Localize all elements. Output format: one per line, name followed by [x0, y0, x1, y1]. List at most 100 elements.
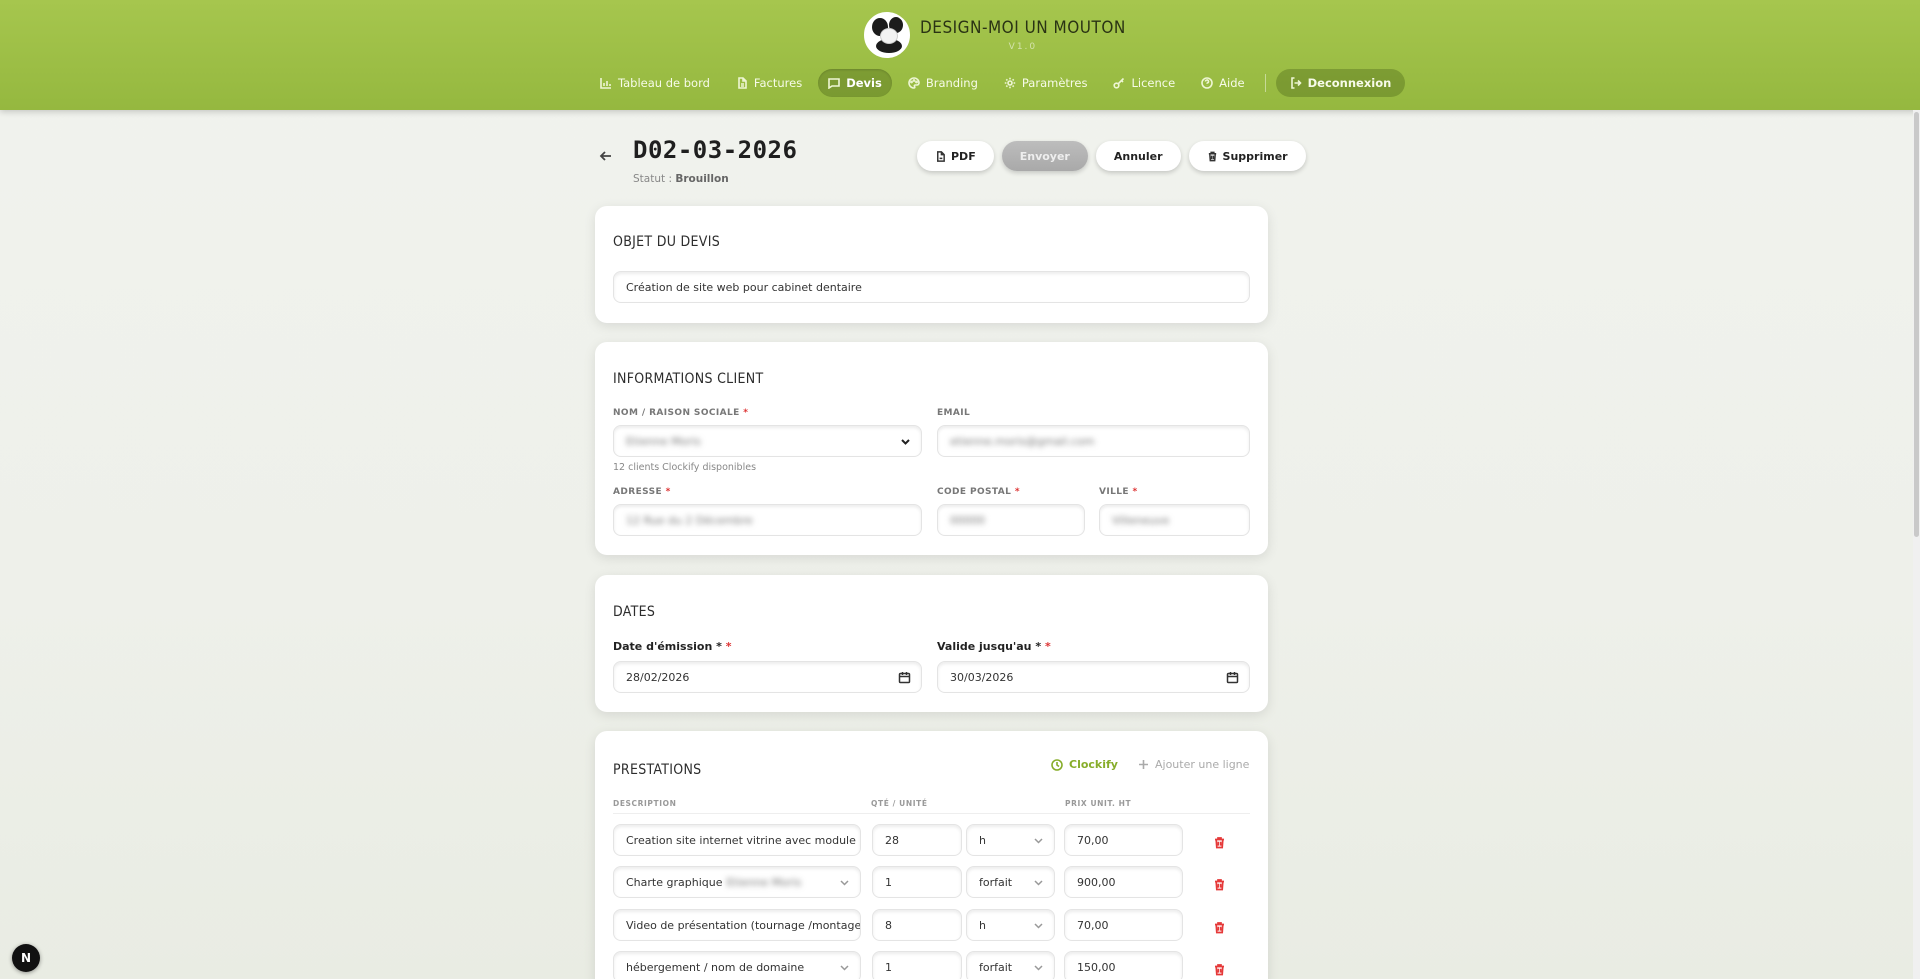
line-description-client-name: Etienne Moris	[726, 875, 802, 889]
line-price-input[interactable]: 150,00	[1064, 951, 1183, 979]
logout-button[interactable]: Deconnexion	[1275, 69, 1406, 97]
city-value: Villeneuve	[1112, 513, 1170, 527]
address-label: ADRESSE *	[613, 487, 671, 497]
nav-item-branding[interactable]: Branding	[898, 69, 988, 97]
line-price-input[interactable]: 70,00	[1064, 824, 1183, 856]
client-name-select[interactable]: Etienne Moris	[613, 425, 922, 457]
logout-icon	[1290, 77, 1302, 89]
palette-icon	[908, 77, 920, 89]
document-actions: PDF Envoyer Annuler Supprimer	[917, 141, 1306, 171]
line-unit-select[interactable]: h	[966, 909, 1055, 941]
line-price-input[interactable]: 900,00	[1064, 866, 1183, 898]
objet-card: OBJET DU DEVIS Création de site web pour…	[595, 206, 1268, 323]
dev-tools-badge[interactable]: N	[12, 944, 40, 972]
client-name-value: Etienne Moris	[626, 434, 701, 448]
line-unit-value: h	[979, 833, 986, 847]
chevron-down-icon	[839, 962, 850, 973]
chevron-down-icon	[1033, 962, 1044, 973]
key-icon	[1113, 77, 1125, 89]
brand-name: DESIGN-MOI UN MOUTON	[920, 18, 1126, 38]
dates-card: DATES Date d'émission * * 28/02/2026 Val…	[595, 575, 1268, 712]
arrow-left-icon	[599, 151, 611, 161]
issue-date-label: Date d'émission * *	[613, 640, 732, 653]
delete-line-trash-icon[interactable]	[1213, 961, 1226, 976]
city-label: VILLE *	[1099, 487, 1138, 497]
main-nav: Tableau de bord Factures Devis Branding …	[590, 69, 1406, 97]
line-unit-value: forfait	[979, 960, 1013, 974]
send-button[interactable]: Envoyer	[1001, 141, 1088, 171]
message-icon	[828, 78, 841, 89]
brand-version: V1.0	[1008, 42, 1038, 52]
line-description-input[interactable]: Creation site internet vitrine avec modu…	[613, 824, 861, 856]
prestations-card: PRESTATIONS Clockify Ajouter une ligne D…	[595, 731, 1268, 979]
chevron-down-icon	[1033, 835, 1044, 846]
brand[interactable]: DESIGN-MOI UN MOUTON V1.0	[864, 12, 1126, 58]
sheep-logo-icon	[864, 12, 910, 58]
scrollbar-thumb[interactable]	[1914, 112, 1919, 537]
valid-until-label: Valide jusqu'au * *	[937, 640, 1051, 653]
address-field[interactable]: 12 Rue du 2 Décembre	[613, 504, 922, 536]
chevron-down-icon	[1033, 877, 1044, 888]
clockify-button[interactable]: Clockify	[1051, 758, 1118, 771]
line-qty-input[interactable]: 28	[872, 824, 962, 856]
line-unit-select[interactable]: h	[966, 824, 1055, 856]
line-qty-input[interactable]: 1	[872, 951, 962, 979]
column-header-description: DESCRIPTION	[613, 799, 677, 808]
chart-icon	[600, 78, 611, 89]
nav-item-factures[interactable]: Factures	[726, 69, 812, 97]
valid-until-field[interactable]: 30/03/2026	[937, 661, 1250, 693]
nav-item-licence[interactable]: Licence	[1103, 69, 1185, 97]
line-qty-input[interactable]: 8	[872, 909, 962, 941]
delete-button[interactable]: Supprimer	[1188, 141, 1306, 171]
client-card: INFORMATIONS CLIENT NOM / RAISON SOCIALE…	[595, 342, 1268, 555]
delete-line-trash-icon[interactable]	[1213, 919, 1226, 934]
clients-available-hint: 12 clients Clockify disponibles	[613, 462, 757, 473]
valid-until-value: 30/03/2026	[950, 670, 1014, 684]
plus-icon	[1139, 760, 1148, 769]
nav-item-aide[interactable]: Aide	[1191, 69, 1254, 97]
line-qty-input[interactable]: 1	[872, 866, 962, 898]
back-button[interactable]	[598, 148, 616, 166]
status-label: Statut :	[633, 173, 672, 185]
nav-item-parametres[interactable]: Paramètres	[994, 69, 1098, 97]
postal-code-value: 00000	[950, 513, 985, 527]
line-unit-select[interactable]: forfait	[966, 866, 1055, 898]
address-value: 12 Rue du 2 Décembre	[626, 513, 753, 527]
file-icon	[937, 150, 945, 162]
line-price-input[interactable]: 70,00	[1064, 909, 1183, 941]
nav-item-devis[interactable]: Devis	[818, 69, 892, 97]
add-line-button[interactable]: Ajouter une ligne	[1138, 758, 1249, 771]
delete-button-label: Supprimer	[1222, 149, 1288, 163]
line-description-input[interactable]: Video de présentation (tournage /montage…	[613, 909, 861, 941]
help-circle-icon	[1201, 77, 1213, 89]
delete-line-trash-icon[interactable]	[1213, 876, 1226, 891]
delete-line-trash-icon[interactable]	[1213, 834, 1226, 849]
logout-label: Deconnexion	[1307, 76, 1392, 90]
nav-divider	[1264, 74, 1266, 92]
calendar-icon[interactable]	[1226, 671, 1239, 684]
pdf-button[interactable]: PDF	[917, 141, 994, 171]
city-field[interactable]: Villeneuve	[1099, 504, 1250, 536]
line-description-select[interactable]: hébergement / nom de domaine	[613, 951, 861, 979]
issue-date-field[interactable]: 28/02/2026	[613, 661, 922, 693]
page-title: D02-03-2026	[633, 136, 798, 164]
nav-item-label: Paramètres	[1021, 76, 1088, 90]
column-header-unit-price: PRIX UNIT. HT	[1065, 799, 1132, 808]
status-text: Statut : Brouillon	[633, 173, 729, 185]
line-description-select[interactable]: Charte graphique Etienne Moris	[613, 866, 861, 898]
postal-code-label: CODE POSTAL *	[937, 487, 1020, 497]
add-line-label: Ajouter une ligne	[1155, 758, 1250, 771]
client-name-label: NOM / RAISON SOCIALE *	[613, 408, 749, 418]
chevron-down-icon	[1033, 920, 1044, 931]
line-unit-select[interactable]: forfait	[966, 951, 1055, 979]
cancel-button[interactable]: Annuler	[1095, 141, 1181, 171]
line-unit-value: h	[979, 918, 986, 932]
header-divider	[613, 813, 1250, 814]
nav-item-tableau-de-bord[interactable]: Tableau de bord	[590, 69, 720, 97]
email-field[interactable]: etienne.moris@gmail.com	[937, 425, 1250, 457]
calendar-icon[interactable]	[898, 671, 911, 684]
column-header-qty-unit: QTÉ / UNITÉ	[871, 799, 928, 808]
objet-input[interactable]: Création de site web pour cabinet dentai…	[613, 271, 1250, 303]
postal-code-field[interactable]: 00000	[937, 504, 1085, 536]
line-unit-value: forfait	[979, 875, 1013, 889]
